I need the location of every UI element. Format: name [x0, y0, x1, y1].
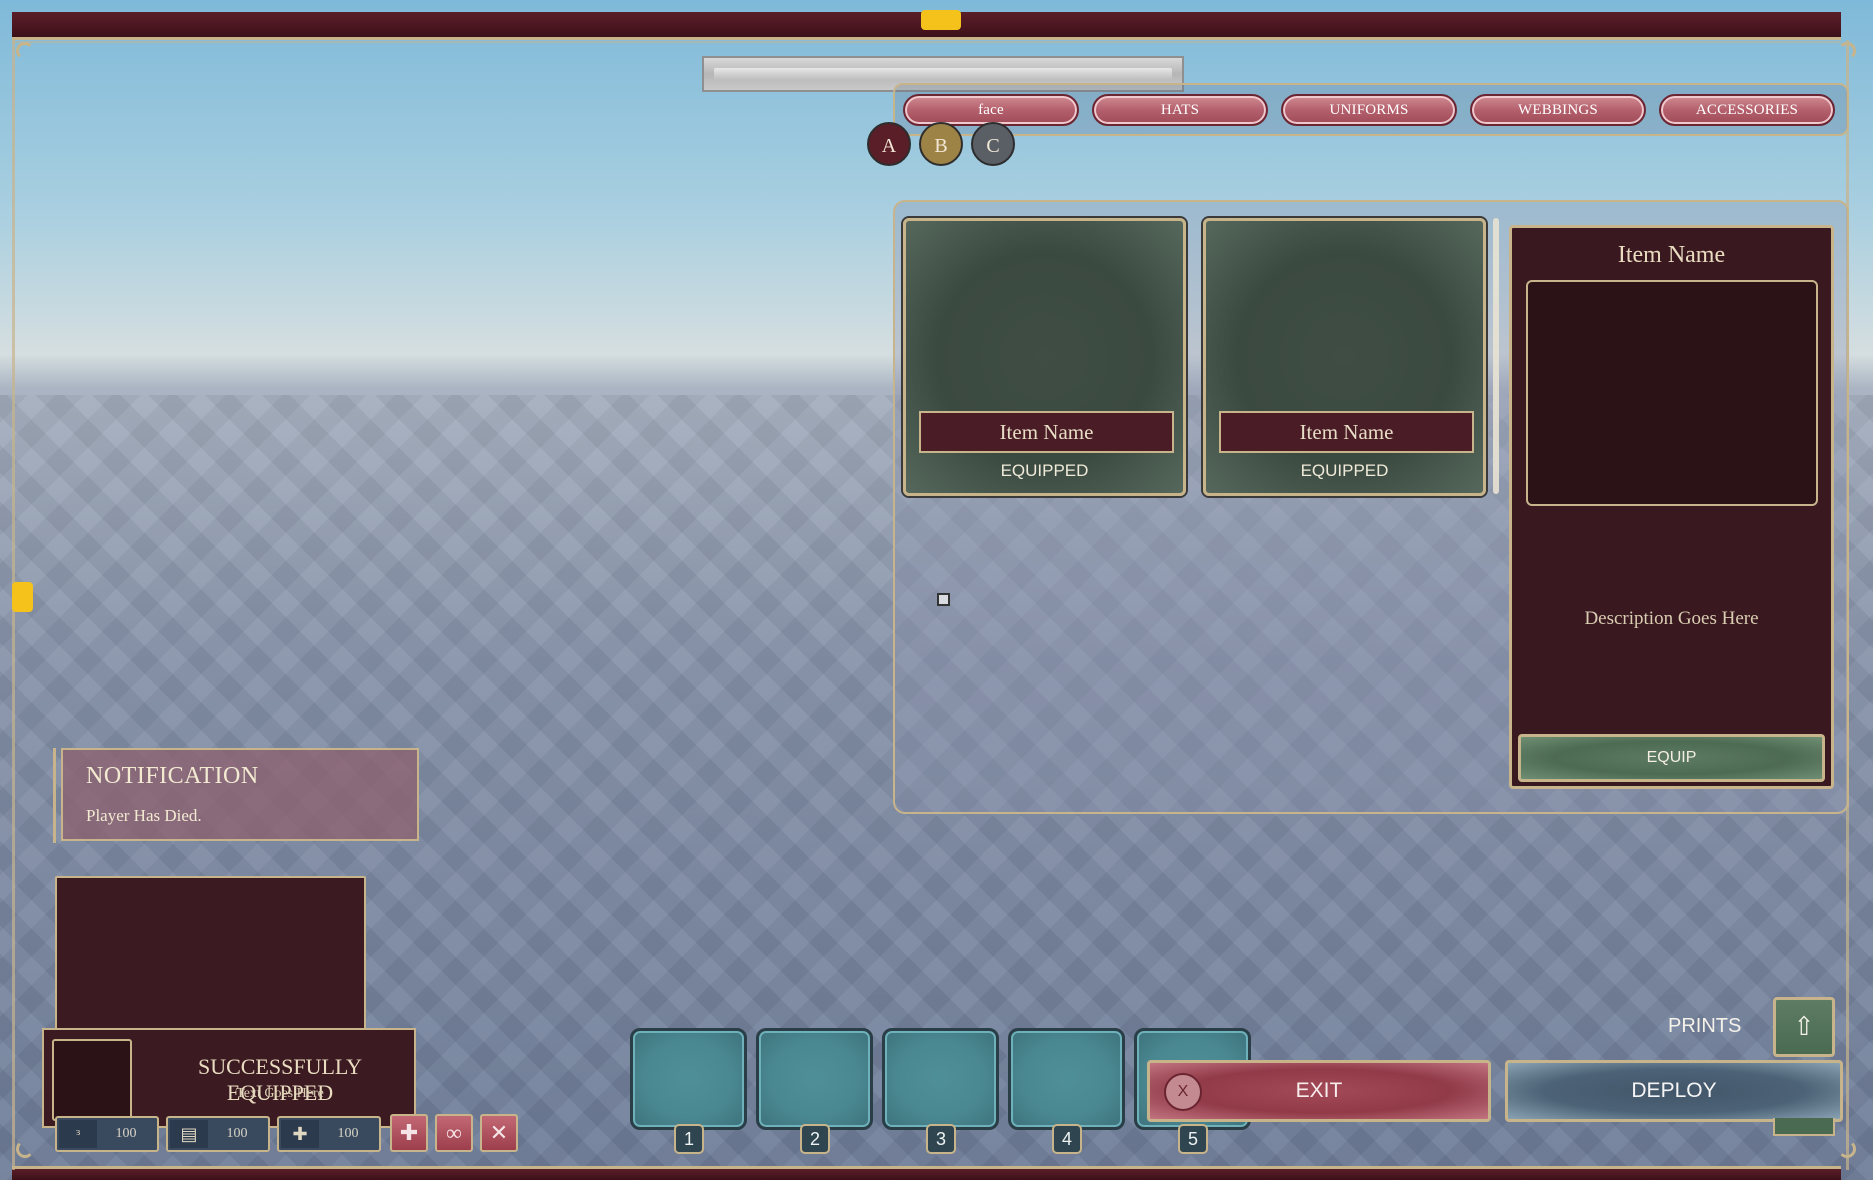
exit-button[interactable]: X EXIT	[1147, 1060, 1491, 1122]
tab-uniforms[interactable]: UNIFORMS	[1281, 94, 1457, 126]
variant-b-button[interactable]: B	[919, 122, 963, 166]
equipped-toast: SUCCESSFULLY EQUIPPED Text Goes Here	[42, 1028, 416, 1128]
corner-ornament-icon	[1838, 42, 1856, 60]
prints-button[interactable]: ⇧	[1773, 997, 1835, 1057]
exit-label: EXIT	[1295, 1079, 1343, 1102]
equip-button[interactable]: EQUIP	[1518, 734, 1825, 782]
stat-health: ✚ 100	[277, 1116, 381, 1152]
stat-health-value: 100	[337, 1126, 359, 1141]
detail-item-name: Item Name	[1617, 242, 1726, 268]
tab-hats[interactable]: HATS	[1092, 94, 1268, 126]
close-icon: X	[1164, 1073, 1202, 1111]
inventory-scrollbar[interactable]	[1493, 218, 1499, 494]
item-card-name: Item Name	[1219, 411, 1474, 453]
item-card-status: EQUIPPED	[1300, 461, 1389, 480]
hotbar-slot-4[interactable]	[1008, 1028, 1125, 1130]
item-card[interactable]: Item Name EQUIPPED	[1203, 218, 1486, 496]
stat-money-value: 100	[226, 1126, 248, 1141]
handcuffs-icon[interactable]: ∞	[435, 1114, 473, 1152]
deploy-button[interactable]: DEPLOY	[1505, 1060, 1843, 1122]
toast-item-thumbnail	[52, 1039, 132, 1121]
money-icon: ▤	[170, 1120, 208, 1148]
hotbar-slot-2[interactable]	[756, 1028, 873, 1130]
top-handle-tab[interactable]	[921, 10, 961, 30]
item-card[interactable]: Item Name EQUIPPED	[903, 218, 1186, 496]
bottom-frame-bar	[12, 1166, 1841, 1180]
prints-label: PRINTS	[1668, 1015, 1742, 1037]
prints-button-shadow	[1773, 1118, 1835, 1136]
hotbar-key-5: 5	[1178, 1124, 1208, 1154]
notification-title: NOTIFICATION	[86, 763, 259, 789]
stat-bank: ᵌ 100	[55, 1116, 159, 1152]
item-card-status: EQUIPPED	[1000, 461, 1089, 480]
hotbar-slot-3[interactable]	[882, 1028, 999, 1130]
bank-icon: ᵌ	[59, 1120, 97, 1148]
stat-bank-value: 100	[115, 1126, 137, 1141]
swords-icon[interactable]: ✕	[480, 1114, 518, 1152]
hotbar-key-3: 3	[926, 1124, 956, 1154]
hotbar-slot-1[interactable]	[630, 1028, 747, 1130]
debug-square	[937, 593, 950, 606]
item-card-name: Item Name	[919, 411, 1174, 453]
hotbar-key-2: 2	[800, 1124, 830, 1154]
corner-ornament-icon	[16, 42, 34, 60]
notification-panel: NOTIFICATION Player Has Died.	[61, 748, 419, 841]
chat-box[interactable]	[55, 876, 366, 1036]
hotbar-key-4: 4	[1052, 1124, 1082, 1154]
variant-a-button[interactable]: A	[867, 122, 911, 166]
tab-webbings[interactable]: WEBBINGS	[1470, 94, 1646, 126]
health-icon: ✚	[281, 1120, 319, 1148]
item-detail-panel: Item Name Description Goes Here EQUIP	[1509, 225, 1834, 789]
upload-arrow-icon: ⇧	[1793, 1012, 1815, 1041]
notification-text: Player Has Died.	[86, 806, 202, 825]
search-input-fill	[714, 68, 1172, 80]
notification-accent	[53, 748, 56, 843]
detail-item-preview	[1526, 280, 1818, 506]
toast-text: Text Goes Here	[236, 1086, 324, 1101]
stat-money: ▤ 100	[166, 1116, 270, 1152]
variant-c-button[interactable]: C	[971, 122, 1015, 166]
medic-icon[interactable]: ✚	[390, 1114, 428, 1152]
corner-ornament-icon	[1838, 1140, 1856, 1158]
detail-description: Description Goes Here	[1584, 608, 1759, 629]
corner-ornament-icon	[16, 1140, 34, 1158]
left-handle-tab[interactable]	[12, 582, 33, 612]
tab-accessories[interactable]: ACCESSORIES	[1659, 94, 1835, 126]
hotbar-key-1: 1	[674, 1124, 704, 1154]
